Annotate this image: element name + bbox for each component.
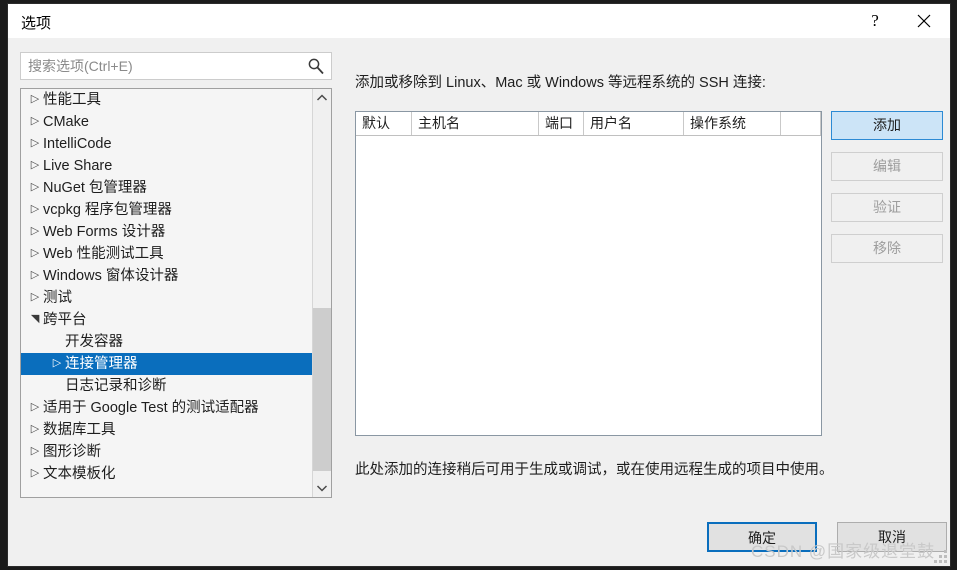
expander-collapsed-icon[interactable]: ▷ [27, 242, 43, 264]
edit-button: 编辑 [831, 152, 943, 181]
tree-item-label: 图形诊断 [43, 444, 101, 460]
tree-item-label: 文本模板化 [43, 466, 116, 482]
tree-item-label: IntelliCode [43, 136, 112, 152]
close-icon [917, 14, 931, 28]
tree-item[interactable]: ▷ 图形诊断 [21, 441, 311, 463]
tree-item-label: 测试 [43, 290, 72, 306]
tree-item[interactable]: ▷ NuGet 包管理器 [21, 177, 311, 199]
scroll-down-button[interactable] [313, 479, 331, 497]
tree-item-label: vcpkg 程序包管理器 [43, 202, 172, 218]
tree-item[interactable]: ▷ Live Share [21, 155, 311, 177]
tree-item-label: 日志记录和诊断 [65, 378, 167, 394]
tree-item-label: 性能工具 [43, 92, 101, 108]
chevron-up-icon [316, 94, 328, 101]
grid-body[interactable] [356, 136, 821, 435]
tree-item[interactable]: ▷ vcpkg 程序包管理器 [21, 199, 311, 221]
tree-item-label: Web 性能测试工具 [43, 246, 164, 262]
question-mark-icon: ? [871, 11, 879, 30]
tree-item-label: Web Forms 设计器 [43, 224, 166, 240]
options-tree: ▷ 性能工具 ▷ CMake ▷ IntelliCode ▷ Live Share ▷ NuGet… [21, 89, 331, 497]
tree-item-selected[interactable]: ▷ 连接管理器 [21, 352, 331, 375]
scroll-up-button[interactable] [313, 89, 331, 107]
tree-item[interactable]: ◢ 跨平台 [21, 309, 311, 331]
window-title: 选项 [21, 15, 52, 32]
tree-item-label: 开发容器 [65, 334, 123, 350]
cancel-button[interactable]: 取消 [837, 522, 947, 552]
tree-item-label: 跨平台 [43, 312, 87, 328]
expander-collapsed-icon[interactable]: ▷ [49, 352, 65, 374]
grid-column-header[interactable]: 用户名 [584, 112, 684, 135]
grid-column-header[interactable]: 操作系统 [684, 112, 781, 135]
expander-collapsed-icon[interactable]: ▷ [27, 440, 43, 462]
tree-item[interactable]: ▷ 性能工具 [21, 89, 311, 111]
tree-item[interactable]: ▷ Web Forms 设计器 [21, 221, 311, 243]
tree-item[interactable]: ▷ 测试 [21, 287, 311, 309]
tree-item-label: NuGet 包管理器 [43, 180, 147, 196]
search-icon[interactable] [307, 57, 325, 75]
help-button[interactable]: ? [853, 4, 897, 38]
options-dialog: 选项 ? ▷性能工具▷CMake▷IntelliCode▷Live Share▷… [7, 3, 951, 567]
grid-header-row: 默认 主机名 端口 用户名 操作系统 [356, 112, 821, 136]
expander-collapsed-icon[interactable]: ▷ [27, 176, 43, 198]
expander-collapsed-icon[interactable]: ▷ [27, 110, 43, 132]
expander-collapsed-icon[interactable]: ▷ [27, 264, 43, 286]
grid-column-header[interactable]: 端口 [539, 112, 584, 135]
tree-item[interactable]: ▷ 适用于 Google Test 的测试适配器 [21, 397, 311, 419]
connections-grid[interactable]: 默认 主机名 端口 用户名 操作系统 [355, 111, 822, 436]
expander-collapsed-icon[interactable]: ▷ [27, 220, 43, 242]
grid-column-header[interactable] [781, 112, 821, 135]
expander-collapsed-icon[interactable]: ▷ [27, 462, 43, 484]
tree-scrollbar[interactable] [312, 89, 331, 497]
expander-collapsed-icon[interactable]: ▷ [27, 286, 43, 308]
tree-item-label: CMake [43, 114, 89, 130]
tree-item-label: 数据库工具 [43, 422, 116, 438]
expander-collapsed-icon[interactable]: ▷ [27, 418, 43, 440]
resize-grip[interactable] [934, 550, 947, 563]
panel-description: 添加或移除到 Linux、Mac 或 Windows 等远程系统的 SSH 连接… [355, 75, 766, 91]
tree-item-label: Windows 窗体设计器 [43, 268, 179, 284]
tree-item-label: Live Share [43, 158, 113, 174]
title-bar: 选项 ? [8, 4, 950, 38]
tree-item[interactable]: ▷ IntelliCode [21, 133, 311, 155]
verify-button: 验证 [831, 193, 943, 222]
expander-placeholder [49, 374, 65, 396]
ok-button[interactable]: 确定 [707, 522, 817, 552]
tree-item[interactable]: ▷ 数据库工具 [21, 419, 311, 441]
grid-column-header[interactable]: 默认 [356, 112, 412, 135]
scrollbar-thumb[interactable] [313, 308, 331, 471]
grid-column-header[interactable]: 主机名 [412, 112, 539, 135]
expander-collapsed-icon[interactable]: ▷ [27, 132, 43, 154]
expander-expanded-icon[interactable]: ◢ [24, 311, 46, 327]
chevron-down-icon [316, 485, 328, 492]
tree-item[interactable]: ▷ CMake [21, 111, 311, 133]
options-tree-panel: ▷ 性能工具 ▷ CMake ▷ IntelliCode ▷ Live Share ▷ NuGet… [20, 88, 332, 498]
expander-collapsed-icon[interactable]: ▷ [27, 396, 43, 418]
expander-collapsed-icon[interactable]: ▷ [27, 198, 43, 220]
search-box[interactable] [20, 52, 332, 80]
close-button[interactable] [902, 4, 946, 38]
tree-item[interactable]: ▷ 文本模板化 [21, 463, 311, 485]
tree-item-label: 连接管理器 [65, 356, 138, 372]
tree-item-label: 适用于 Google Test 的测试适配器 [43, 400, 259, 416]
expander-collapsed-icon[interactable]: ▷ [27, 154, 43, 176]
remove-button: 移除 [831, 234, 943, 263]
add-button[interactable]: 添加 [831, 111, 943, 140]
expander-placeholder [49, 330, 65, 352]
tree-item[interactable]: 开发容器 [21, 331, 311, 353]
tree-item[interactable]: ▷ Web 性能测试工具 [21, 243, 311, 265]
expander-collapsed-icon[interactable]: ▷ [27, 89, 43, 110]
tree-item[interactable]: 日志记录和诊断 [21, 375, 311, 397]
search-input[interactable] [28, 53, 300, 79]
tree-item[interactable]: ▷ Windows 窗体设计器 [21, 265, 311, 287]
panel-hint: 此处添加的连接稍后可用于生成或调试，或在使用远程生成的项目中使用。 [355, 462, 834, 478]
